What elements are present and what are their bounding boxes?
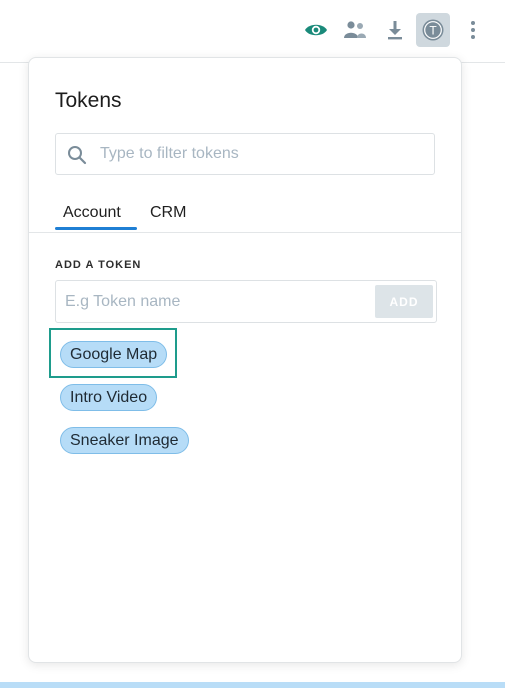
tab-crm[interactable]: CRM — [150, 204, 186, 222]
tokens-panel: Tokens Account CRM ADD A TOKEN ADD Googl… — [28, 57, 462, 663]
eye-icon[interactable] — [299, 13, 333, 47]
users-icon[interactable] — [338, 13, 372, 47]
tab-account[interactable]: Account — [63, 204, 121, 222]
token-icon-letter: T — [429, 24, 437, 38]
token-icon[interactable]: T — [416, 13, 450, 47]
top-toolbar: T — [0, 0, 505, 63]
add-token-button[interactable]: ADD — [375, 285, 433, 318]
add-token-row: ADD — [55, 280, 437, 323]
token-name-input[interactable] — [65, 281, 365, 322]
panel-title: Tokens — [55, 89, 122, 112]
bottom-strip — [0, 682, 505, 688]
search-input[interactable] — [100, 134, 420, 174]
download-icon[interactable] — [378, 13, 412, 47]
token-chip-google-map[interactable]: Google Map — [60, 341, 168, 368]
search-field[interactable] — [55, 133, 435, 175]
token-chip-sneaker-image[interactable]: Sneaker Image — [60, 427, 189, 454]
add-token-label: ADD A TOKEN — [55, 259, 142, 271]
tab-bar: Account CRM — [29, 200, 461, 233]
active-tab-indicator — [55, 227, 137, 230]
more-vertical-icon[interactable] — [456, 13, 490, 47]
token-chip-intro-video[interactable]: Intro Video — [60, 384, 158, 411]
search-icon — [67, 145, 87, 170]
